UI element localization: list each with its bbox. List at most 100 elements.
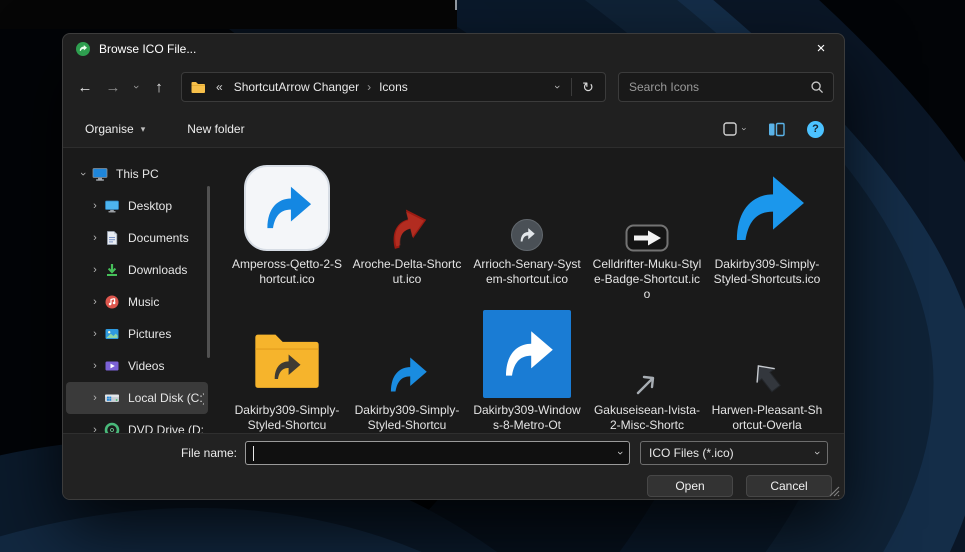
- sidebar-item-label: Music: [128, 295, 159, 309]
- sidebar-item-label: Videos: [128, 359, 164, 373]
- sidebar-item-label: Pictures: [128, 327, 171, 341]
- dvd-disc-icon: [104, 422, 120, 433]
- sidebar-item-pictures[interactable]: › Pictures: [66, 318, 208, 350]
- search-box[interactable]: [618, 72, 834, 102]
- help-button[interactable]: ?: [803, 117, 828, 142]
- search-icon: [810, 80, 825, 95]
- new-folder-label: New folder: [187, 122, 244, 136]
- file-item[interactable]: Aroche-Delta-Shortcut.ico: [347, 160, 467, 306]
- file-name-field[interactable]: ›: [245, 441, 630, 465]
- yellow-folder-arrow-icon: [251, 326, 323, 398]
- sidebar-item-dvd-drive-d[interactable]: › DVD Drive (D:: [66, 414, 208, 433]
- video-play-icon: [104, 358, 120, 374]
- file-name-input[interactable]: [246, 446, 629, 460]
- file-item[interactable]: Gakuseisean-Ivista-2-Misc-Shortc: [587, 306, 707, 433]
- file-item[interactable]: Ampeross-Qetto-2-Shortcut.ico: [227, 160, 347, 306]
- address-divider: [571, 78, 572, 96]
- file-name: Harwen-Pleasant-Shortcut-Overla: [711, 403, 823, 433]
- sidebar-item-label: Documents: [128, 231, 189, 245]
- open-button[interactable]: Open: [647, 475, 733, 497]
- large-blue-curved-arrow-icon: [724, 166, 810, 252]
- file-item[interactable]: Harwen-Pleasant-Shortcut-Overla: [707, 306, 827, 433]
- sidebar-item-music[interactable]: › Music: [66, 286, 208, 318]
- app-icon: [75, 41, 91, 57]
- expander-right-icon[interactable]: ›: [88, 200, 102, 212]
- sidebar-item-videos[interactable]: › Videos: [66, 350, 208, 382]
- red-swirl-arrow-icon: [383, 204, 431, 252]
- dialog-footer: File name: › ICO Files (*.ico) › Open Ca…: [63, 433, 844, 500]
- preview-pane-icon: [768, 122, 785, 137]
- preview-pane-button[interactable]: [764, 118, 789, 141]
- file-name: Celldrifter-Muku-Style-Badge-Shortcut.ic…: [591, 257, 703, 302]
- file-list: Ampeross-Qetto-2-Shortcut.ico Aroche-Del…: [211, 148, 844, 433]
- sidebar-scrollbar[interactable]: [207, 186, 210, 358]
- up-button[interactable]: ↑: [145, 73, 173, 101]
- cancel-button[interactable]: Cancel: [746, 475, 832, 497]
- view-mode-button[interactable]: ›: [718, 117, 750, 141]
- badge-right-arrow-icon: [625, 224, 669, 252]
- file-type-value: ICO Files (*.ico): [649, 446, 815, 460]
- expander-right-icon[interactable]: ›: [88, 424, 102, 433]
- gray-sketch-arrow-icon: [633, 370, 661, 398]
- icon-box: [467, 160, 587, 252]
- expander-down-icon[interactable]: ›: [77, 167, 89, 181]
- file-type-dropdown-icon: ›: [811, 451, 823, 455]
- file-item[interactable]: Celldrifter-Muku-Style-Badge-Shortcut.ic…: [587, 160, 707, 306]
- command-bar: Organise ▾ New folder › ?: [63, 111, 844, 148]
- icon-box: [467, 306, 587, 398]
- icon-box: [707, 306, 827, 398]
- icon-box: [227, 160, 347, 252]
- sidebar-item-this-pc[interactable]: › This PC: [66, 158, 208, 190]
- white-tile-blue-arrow-icon: [243, 164, 331, 252]
- search-input[interactable]: [627, 79, 804, 95]
- expander-right-icon[interactable]: ›: [88, 232, 102, 244]
- breadcrumb-folder[interactable]: ShortcutArrow Changer: [227, 77, 366, 97]
- forward-button[interactable]: →: [99, 73, 127, 101]
- sidebar-item-desktop[interactable]: › Desktop: [66, 190, 208, 222]
- file-item[interactable]: Dakirby309-Simply-Styled-Shortcu: [227, 306, 347, 433]
- refresh-icon[interactable]: ↻: [575, 74, 601, 100]
- file-name: Dakirby309-Simply-Styled-Shortcu: [351, 403, 463, 433]
- monitor-icon: [92, 166, 108, 182]
- browse-ico-file-dialog: Browse ICO File... × ← → › ↑ « ShortcutA…: [62, 33, 845, 500]
- new-folder-button[interactable]: New folder: [183, 116, 248, 142]
- small-blue-curved-arrow-icon: [384, 352, 430, 398]
- icon-box: [227, 306, 347, 398]
- sidebar-item-label: Downloads: [128, 263, 187, 277]
- file-name: Arrioch-Senary-System-shortcut.ico: [471, 257, 583, 287]
- close-button[interactable]: ×: [798, 34, 844, 63]
- expander-right-icon[interactable]: ›: [88, 264, 102, 276]
- breadcrumb-current[interactable]: Icons: [372, 77, 415, 97]
- back-button[interactable]: ←: [71, 73, 99, 101]
- expander-right-icon[interactable]: ›: [88, 360, 102, 372]
- history-dropdown-icon[interactable]: ›: [127, 73, 145, 101]
- sidebar-item-local-disk-c[interactable]: › Local Disk (C:): [66, 382, 208, 414]
- breadcrumb-overflow[interactable]: «: [216, 80, 223, 94]
- sidebar-item-label: DVD Drive (D:: [128, 423, 204, 433]
- sidebar-item-label: This PC: [116, 167, 159, 181]
- file-item[interactable]: Dakirby309-Windows-8-Metro-Ot: [467, 306, 587, 433]
- sidebar-item-documents[interactable]: › Documents: [66, 222, 208, 254]
- file-item[interactable]: Dakirby309-Simply-Styled-Shortcuts.ico: [707, 160, 827, 306]
- expander-right-icon[interactable]: ›: [88, 392, 102, 404]
- background-window-strip: [0, 0, 457, 29]
- organise-button[interactable]: Organise ▾: [81, 116, 149, 142]
- file-name: Gakuseisean-Ivista-2-Misc-Shortc: [591, 403, 703, 433]
- address-bar[interactable]: « ShortcutArrow Changer › Icons › ↻: [181, 72, 606, 102]
- address-dropdown-icon[interactable]: ›: [546, 80, 568, 94]
- expander-right-icon[interactable]: ›: [88, 328, 102, 340]
- desktop-icon: [104, 198, 120, 214]
- organise-caret-icon: ▾: [141, 124, 146, 135]
- button-row: Open Cancel: [63, 475, 844, 497]
- file-name-dropdown-icon[interactable]: ›: [614, 451, 626, 455]
- sidebar-item-downloads[interactable]: › Downloads: [66, 254, 208, 286]
- expander-right-icon[interactable]: ›: [88, 296, 102, 308]
- view-mode-icon: [722, 121, 738, 137]
- file-item[interactable]: Arrioch-Senary-System-shortcut.ico: [467, 160, 587, 306]
- resize-grip[interactable]: [828, 485, 841, 498]
- organise-label: Organise: [85, 122, 134, 136]
- background-window-edge: [455, 0, 457, 10]
- file-item[interactable]: Dakirby309-Simply-Styled-Shortcu: [347, 306, 467, 433]
- file-name-label: File name:: [63, 446, 245, 460]
- file-type-select[interactable]: ICO Files (*.ico) ›: [640, 441, 828, 465]
